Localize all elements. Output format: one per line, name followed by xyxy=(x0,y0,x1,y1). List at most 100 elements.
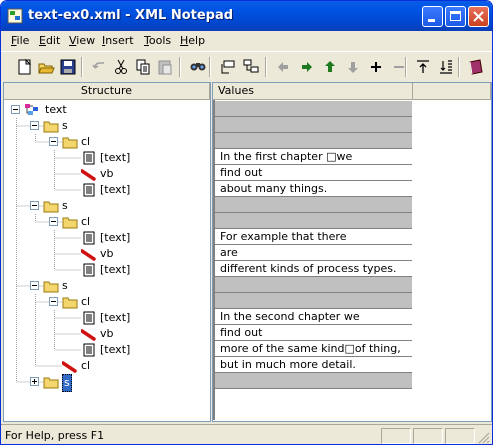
arrow-up-icon xyxy=(324,61,335,72)
arrow-up-button[interactable] xyxy=(318,56,341,78)
expand-button[interactable] xyxy=(364,56,387,78)
tree-node-label: s xyxy=(62,279,68,292)
toolbar-separator xyxy=(458,57,460,77)
insert-child-button[interactable] xyxy=(239,56,262,78)
copy-button[interactable] xyxy=(131,56,154,78)
collapse-icon xyxy=(393,66,404,68)
collapse-button[interactable] xyxy=(387,56,410,78)
tree-node-label: [text] xyxy=(100,151,131,164)
leaf-element-icon xyxy=(61,361,77,373)
menu-file[interactable]: File xyxy=(11,34,29,47)
tree-node-label: cl xyxy=(81,215,91,228)
root-element-icon xyxy=(25,104,38,115)
collapse-toggle-icon[interactable] xyxy=(49,217,58,226)
insert-element-button[interactable] xyxy=(216,56,239,78)
menu-edit[interactable]: Edit xyxy=(39,34,60,47)
value-cell[interactable]: For example that there xyxy=(215,229,412,245)
collapse-toggle-icon[interactable] xyxy=(30,201,39,210)
value-cell[interactable]: more of the same kind□of thing, xyxy=(215,341,412,357)
tree-node-label: vb xyxy=(100,247,114,260)
value-cell-empty[interactable] xyxy=(215,293,412,309)
expand-toggle-icon[interactable] xyxy=(30,377,39,386)
collapse-toggle-icon[interactable] xyxy=(49,137,58,146)
save-button[interactable] xyxy=(56,56,79,78)
collapse-toggle-icon[interactable] xyxy=(30,121,39,130)
arrow-right-button[interactable] xyxy=(295,56,318,78)
text-node-icon xyxy=(83,231,95,245)
collapse-toggle-icon[interactable] xyxy=(49,297,58,306)
value-cell[interactable]: different kinds of process types. xyxy=(215,261,412,277)
menu-insert[interactable]: Insert xyxy=(102,34,134,47)
status-pane-2 xyxy=(413,428,443,444)
arrow-down-button[interactable] xyxy=(341,56,364,78)
value-cell[interactable]: In the second chapter we xyxy=(215,309,412,325)
help-book-button[interactable] xyxy=(464,56,487,78)
collapse-all-icon xyxy=(439,60,452,74)
find-icon xyxy=(190,63,205,71)
value-cell[interactable]: find out xyxy=(215,165,412,181)
resize-grip-icon[interactable] xyxy=(478,432,490,444)
tree-node-label: cl xyxy=(81,135,91,148)
minimize-button[interactable] xyxy=(422,6,443,27)
value-cell-empty[interactable] xyxy=(215,197,412,213)
value-cell[interactable]: about many things. xyxy=(215,181,412,197)
expand-all-button[interactable] xyxy=(411,56,434,78)
folder-icon xyxy=(62,297,78,309)
paste-button[interactable] xyxy=(153,56,176,78)
value-cell[interactable]: are xyxy=(215,245,412,261)
window-title: text-ex0.xml - XML Notepad xyxy=(28,8,234,23)
copy-icon xyxy=(136,59,149,75)
xml-notepad-icon xyxy=(7,8,23,24)
tree-node-label: [text] xyxy=(100,263,131,276)
maximize-icon xyxy=(450,11,461,21)
menu-help[interactable]: Help xyxy=(180,34,205,47)
tree-node-label: [text] xyxy=(100,343,131,356)
maximize-button[interactable] xyxy=(445,6,466,27)
new-icon xyxy=(18,58,31,75)
title-bar[interactable]: text-ex0.xml - XML Notepad xyxy=(1,1,492,31)
folder-icon xyxy=(43,281,59,293)
find-button[interactable] xyxy=(186,56,209,78)
app-window: text-ex0.xml - XML Notepad File Edit View I… xyxy=(0,0,493,445)
value-cell-empty[interactable] xyxy=(215,133,412,149)
insert-element-icon xyxy=(221,60,234,74)
tree-node-label: vb xyxy=(100,167,114,180)
value-cell-empty[interactable] xyxy=(215,101,412,117)
collapse-all-button[interactable] xyxy=(434,56,457,78)
close-button[interactable] xyxy=(468,6,489,27)
collapse-toggle-icon[interactable] xyxy=(11,105,20,114)
open-button[interactable] xyxy=(34,56,57,78)
values-header[interactable]: Values xyxy=(213,83,413,100)
text-node-icon xyxy=(83,151,95,165)
toolbar-separator xyxy=(265,57,267,77)
text-node-icon xyxy=(83,311,95,325)
new-button[interactable] xyxy=(12,56,35,78)
structure-pane[interactable]: Structure text s cl [text] vb [text] s cl [text]… xyxy=(3,82,211,422)
menu-tools[interactable]: Tools xyxy=(144,34,171,47)
value-cell[interactable]: In the first chapter □we xyxy=(215,149,412,165)
status-pane-3 xyxy=(445,428,475,444)
arrow-left-button[interactable] xyxy=(271,56,294,78)
arrow-right-icon xyxy=(301,62,312,72)
folder-icon xyxy=(62,217,78,229)
collapse-toggle-icon[interactable] xyxy=(30,281,39,290)
value-cell-empty[interactable] xyxy=(215,277,412,293)
toolbar-separator xyxy=(209,57,211,77)
tree-node-label: [text] xyxy=(100,311,131,324)
value-cell-empty[interactable] xyxy=(215,213,412,229)
toolbar-separator xyxy=(179,57,181,77)
menu-view[interactable]: View xyxy=(69,34,95,47)
undo-button[interactable] xyxy=(87,56,110,78)
value-cell[interactable]: but in much more detail. xyxy=(215,357,412,373)
value-cell-empty[interactable] xyxy=(215,373,412,389)
close-icon xyxy=(473,11,484,22)
value-cell[interactable]: find out xyxy=(215,325,412,341)
cut-icon xyxy=(114,59,127,74)
leaf-element-icon xyxy=(80,329,96,341)
value-cell-empty[interactable] xyxy=(215,117,412,133)
cut-button[interactable] xyxy=(109,56,132,78)
folder-icon xyxy=(43,201,59,213)
values-pane[interactable]: Values In the first chapter □we find out a… xyxy=(212,82,492,422)
open-icon xyxy=(37,63,55,74)
text-node-icon xyxy=(83,183,95,197)
